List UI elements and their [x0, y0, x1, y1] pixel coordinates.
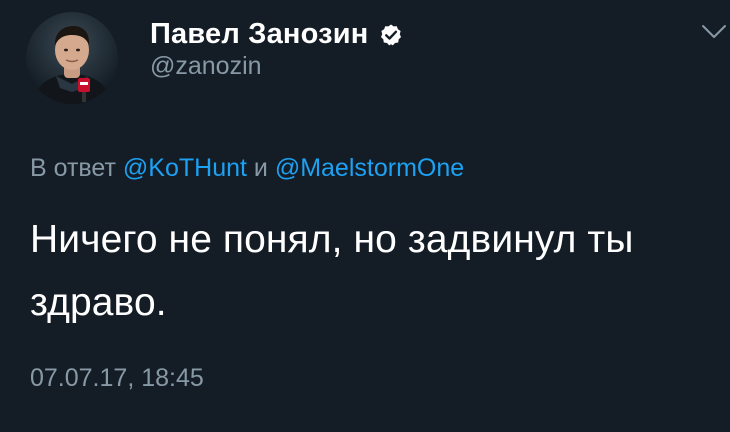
- avatar-image: [26, 12, 118, 104]
- tweet-timestamp[interactable]: 07.07.17, 18:45: [30, 364, 204, 393]
- reply-prefix: В ответ: [30, 154, 116, 182]
- verified-badge-icon: [379, 23, 403, 47]
- reply-mention-kothunt[interactable]: @KoTHunt: [123, 154, 247, 182]
- avatar[interactable]: [26, 12, 118, 104]
- reply-joiner: и: [253, 154, 268, 182]
- author-name-row: Павел Занозин: [150, 18, 403, 51]
- display-name[interactable]: Павел Занозин: [150, 18, 369, 51]
- author-handle[interactable]: @zanozin: [150, 52, 262, 81]
- chevron-down-icon[interactable]: [701, 23, 727, 41]
- reply-to-line: В ответ @KoTHunt и @MaelstormOne: [30, 154, 464, 183]
- reply-mention-maelstormone[interactable]: @MaelstormOne: [275, 154, 464, 182]
- tweet-card: Павел Занозин @zanozin В ответ @KoTHunt …: [0, 0, 730, 432]
- tweet-text: Ничего не понял, но задвинул ты здраво.: [30, 218, 634, 324]
